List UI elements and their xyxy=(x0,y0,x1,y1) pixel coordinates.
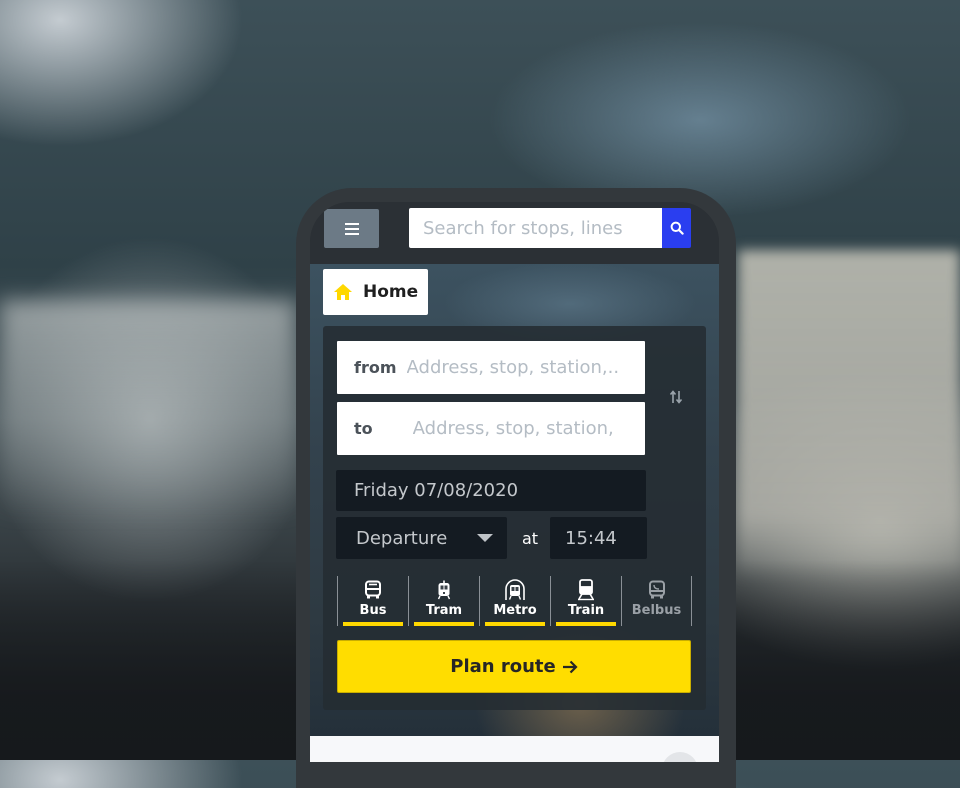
page-content-start xyxy=(310,736,719,762)
mode-selected-indicator xyxy=(485,622,545,626)
time-picker[interactable]: 15:44 xyxy=(550,517,647,559)
mode-toggle-train[interactable]: Train xyxy=(550,576,621,626)
home-icon xyxy=(334,284,352,300)
select-value: Departure xyxy=(356,527,448,549)
departure-arrival-select[interactable]: Departure xyxy=(336,517,507,559)
mode-selected-indicator xyxy=(556,622,616,626)
search-input[interactable] xyxy=(409,208,662,248)
mode-toggle-belbus[interactable]: Belbus xyxy=(621,576,692,626)
mode-label: Train xyxy=(567,603,605,618)
mode-selected-indicator xyxy=(414,622,474,626)
mode-toggle-bus[interactable]: Bus xyxy=(337,576,408,626)
mode-selected-indicator xyxy=(343,622,403,626)
mode-label: Metro xyxy=(493,603,537,618)
chevron-down-icon xyxy=(477,534,493,542)
background-blur-left xyxy=(0,300,296,520)
transport-mode-filters: Bus Tram Metro Train Belbus xyxy=(337,576,692,626)
phone-frame: Home from to Friday 07/08/2020 xyxy=(296,188,736,788)
breadcrumb-label: Home xyxy=(363,282,419,302)
date-picker[interactable]: Friday 07/08/2020 xyxy=(336,470,646,511)
from-label: from xyxy=(354,358,397,377)
route-planner-form: from to Friday 07/08/2020 Departure xyxy=(323,326,706,710)
swap-button[interactable] xyxy=(663,386,689,408)
phone-screen: Home from to Friday 07/08/2020 xyxy=(310,202,719,762)
at-label: at xyxy=(522,529,539,548)
to-input[interactable] xyxy=(410,401,645,456)
from-field: from xyxy=(337,340,645,395)
plan-route-label: Plan route xyxy=(450,656,556,677)
mode-label: Belbus xyxy=(631,603,682,618)
to-field: to xyxy=(337,401,645,456)
search-bar xyxy=(409,208,691,248)
mode-toggle-tram[interactable]: Tram xyxy=(408,576,479,626)
swap-vertical-icon xyxy=(669,390,683,404)
search-icon xyxy=(670,221,684,235)
mode-label: Bus xyxy=(359,603,387,618)
search-button[interactable] xyxy=(662,208,691,248)
mode-label: Tram xyxy=(425,603,463,618)
hamburger-icon xyxy=(344,222,359,235)
floating-action-circle xyxy=(662,752,698,762)
plan-route-button[interactable]: Plan route xyxy=(337,640,691,693)
breadcrumb-home[interactable]: Home xyxy=(323,269,429,315)
tram-icon xyxy=(437,580,451,600)
route-planner-hero: Home from to Friday 07/08/2020 xyxy=(310,264,719,736)
mode-toggle-metro[interactable]: Metro xyxy=(479,576,550,626)
metro-icon xyxy=(505,579,525,600)
arrow-right-icon xyxy=(562,660,578,673)
background-blur-right xyxy=(738,250,960,580)
top-bar xyxy=(310,202,719,264)
bus-icon xyxy=(365,580,381,599)
from-input[interactable] xyxy=(404,340,645,395)
train-icon xyxy=(578,579,594,601)
belbus-icon xyxy=(648,580,665,599)
to-label: to xyxy=(354,419,373,438)
menu-button[interactable] xyxy=(324,209,379,248)
